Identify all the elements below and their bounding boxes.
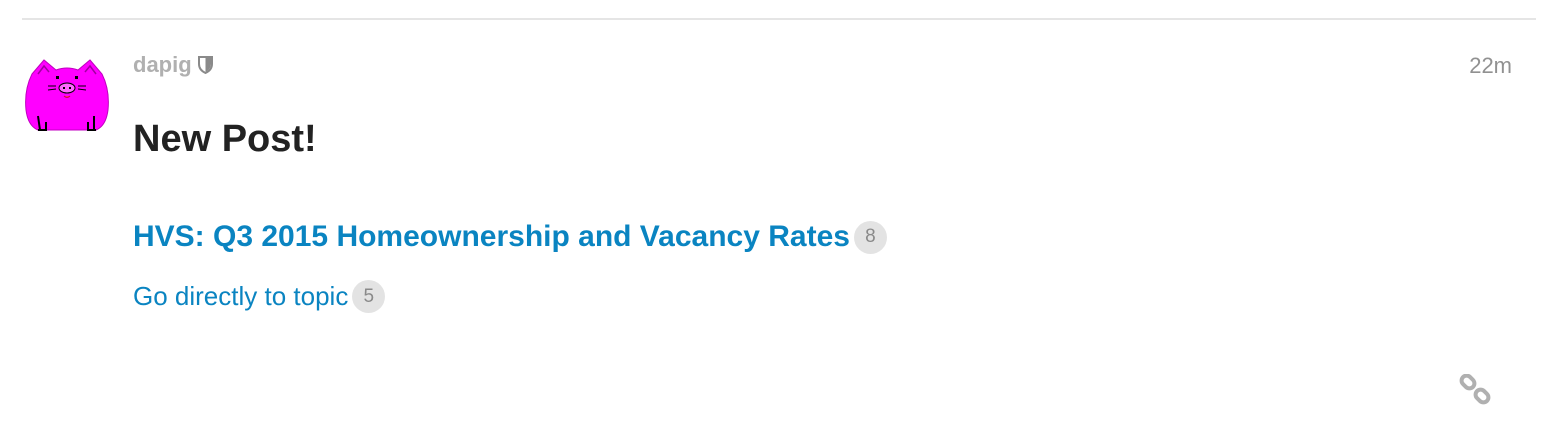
user-avatar[interactable] xyxy=(22,56,112,134)
post-title: New Post! xyxy=(133,118,317,160)
post-header: dapig xyxy=(133,52,213,78)
goto-count-badge: 5 xyxy=(352,280,386,313)
topic-link[interactable]: HVS: Q3 2015 Homeownership and Vacancy R… xyxy=(133,220,850,254)
share-link-icon[interactable] xyxy=(1458,373,1492,408)
pig-avatar-icon xyxy=(25,59,109,131)
go-to-topic-link[interactable]: Go directly to topic xyxy=(133,281,348,312)
post-divider xyxy=(22,18,1536,20)
topic-count-badge: 8 xyxy=(853,220,887,254)
topic-row: HVS: Q3 2015 Homeownership and Vacancy R… xyxy=(133,220,887,254)
moderator-shield-icon xyxy=(197,56,213,75)
goto-row: Go directly to topic 5 xyxy=(133,280,386,313)
post-timestamp[interactable]: 22m xyxy=(1469,53,1512,79)
username[interactable]: dapig xyxy=(133,52,192,78)
